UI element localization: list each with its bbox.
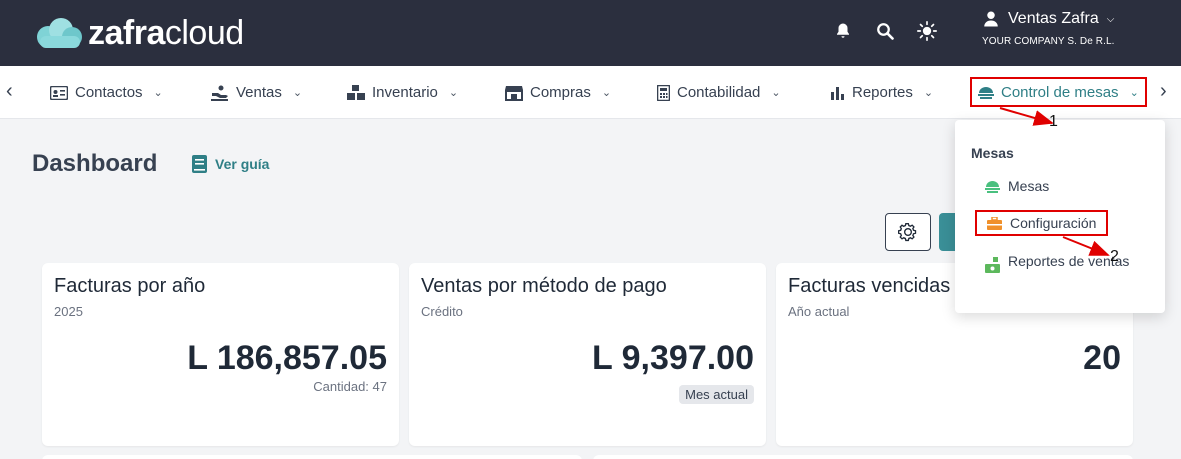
card-subtitle: 2025 [54, 304, 83, 319]
card-title: Facturas vencidas [788, 275, 951, 297]
chevron-down-icon: ⌄ [771, 87, 781, 99]
card-subtitle: Año actual [788, 304, 850, 319]
nav-item-control-de-mesas[interactable]: Control de mesas ⌄ [970, 77, 1147, 107]
card-edge [42, 455, 582, 459]
logo-text-prefix: zafra [88, 13, 165, 52]
toolbox-icon [987, 217, 1002, 230]
page-title: Dashboard [32, 150, 158, 177]
table-dish-icon [978, 87, 994, 99]
calculator-icon [657, 84, 670, 101]
card-value: 20 [1083, 339, 1121, 377]
main-nav: ‹ Contactos ⌄ Ventas ⌄ Inventario ⌄ Comp… [0, 66, 1181, 119]
annotation-number-2: 2 [1110, 248, 1119, 265]
logo[interactable]: zafracloud [34, 13, 244, 53]
user-menu[interactable]: Ventas Zafra ⌵ YOUR COMPANY S. De R.L. [982, 10, 1115, 47]
status-badge: Mes actual [679, 385, 754, 404]
nav-item-ventas[interactable]: Ventas ⌄ [211, 66, 302, 119]
store-icon [505, 85, 523, 101]
boxes-icon [347, 84, 365, 100]
nav-item-contabilidad[interactable]: Contabilidad ⌄ [657, 66, 781, 119]
chevron-down-icon: ⌄ [1129, 86, 1139, 99]
user-name: Ventas Zafra [1008, 10, 1099, 27]
settings-button[interactable] [885, 213, 931, 251]
gear-icon [898, 223, 917, 242]
contact-card-icon [50, 85, 68, 100]
card-note: Cantidad: 47 [313, 379, 387, 394]
chevron-down-icon: ⌄ [601, 87, 612, 99]
nav-label: Reportes [852, 84, 913, 101]
cloud-logo-icon [37, 18, 82, 48]
book-icon [192, 155, 207, 173]
dropdown-item-label: Mesas [1008, 178, 1050, 194]
card-subtitle: Crédito [421, 304, 463, 319]
company-name: YOUR COMPANY S. De R.L. [982, 36, 1115, 47]
chevron-down-icon: ⌄ [923, 87, 934, 99]
nav-item-contactos[interactable]: Contactos ⌄ [50, 66, 163, 119]
card-title: Ventas por método de pago [421, 275, 667, 297]
nav-item-inventario[interactable]: Inventario ⌄ [347, 66, 458, 119]
nav-label: Contactos [75, 84, 143, 101]
nav-scroll-right-icon[interactable]: › [1160, 80, 1167, 103]
card-value: L 186,857.05 [187, 339, 387, 377]
chevron-down-icon: ⌄ [448, 87, 459, 99]
dropdown-item-label: Configuración [1010, 215, 1097, 231]
card-title: Facturas por año [54, 275, 206, 297]
logo-text-suffix: cloud [164, 13, 244, 52]
dropdown-header: Mesas [971, 145, 1014, 161]
chevron-down-icon: ⌄ [153, 87, 163, 99]
nav-item-compras[interactable]: Compras ⌄ [505, 66, 611, 119]
card-value: L 9,397.00 [592, 339, 754, 377]
card-ventas-por-metodo: Ventas por método de pago Crédito L 9,39… [409, 263, 766, 446]
nav-label: Ventas [236, 84, 282, 101]
user-icon [984, 11, 998, 27]
nav-label: Inventario [372, 84, 438, 101]
table-green-icon [985, 181, 1000, 193]
chevron-down-icon: ⌄ [292, 87, 303, 99]
nav-item-reportes[interactable]: Reportes ⌄ [830, 66, 933, 119]
card-edge [593, 455, 1133, 459]
nav-label: Control de mesas [1001, 83, 1119, 101]
card-facturas-por-ano: Facturas por año 2025 L 186,857.05 Canti… [42, 263, 399, 446]
sales-hand-icon [211, 85, 228, 101]
sun-icon[interactable] [916, 20, 938, 42]
control-de-mesas-dropdown: Mesas Mesas Configuración Reportes de ve… [955, 120, 1165, 313]
search-icon[interactable] [874, 20, 896, 42]
money-report-icon [985, 257, 1000, 273]
nav-label: Contabilidad [677, 84, 761, 101]
bar-chart-icon [831, 86, 844, 100]
nav-scroll-left-icon[interactable]: ‹ [6, 80, 13, 103]
dropdown-item-configuracion[interactable]: Configuración [975, 210, 1109, 236]
chevron-down-icon: ⌵ [1106, 13, 1115, 25]
guide-link[interactable]: Ver guía [192, 155, 269, 173]
nav-label: Compras [530, 84, 591, 101]
bell-icon[interactable] [832, 20, 854, 42]
header-icons [832, 20, 938, 42]
annotation-number-1: 1 [1049, 113, 1058, 130]
dropdown-item-mesas[interactable]: Mesas [985, 178, 1049, 194]
guide-label: Ver guía [215, 156, 270, 172]
top-bar: zafracloud Ventas Zafra ⌵ YOUR COMPANY S… [0, 0, 1181, 66]
